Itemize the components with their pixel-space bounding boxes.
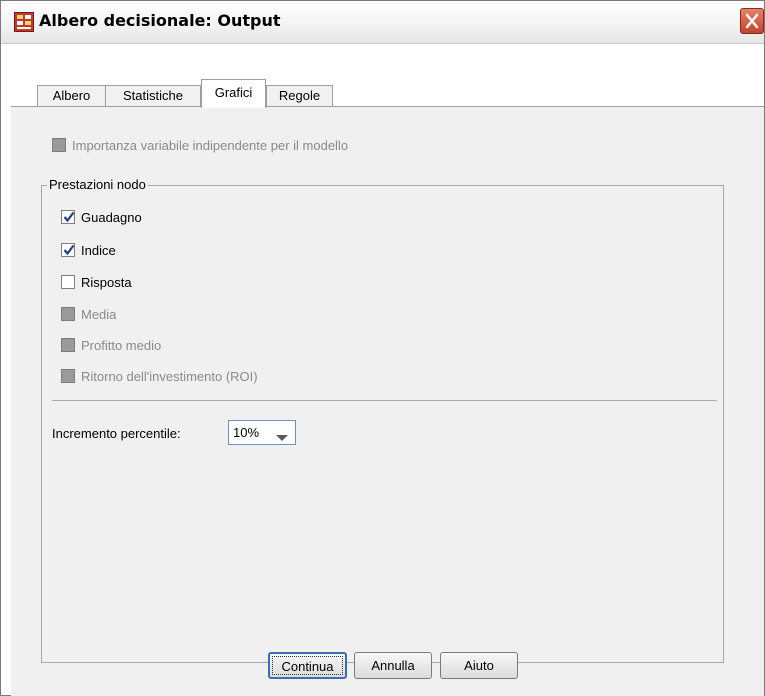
aiuto-button[interactable]: Aiuto (440, 652, 518, 679)
importanza-checkbox[interactable] (52, 138, 66, 152)
tab-albero[interactable]: Albero (37, 85, 106, 107)
continua-label: Continua (272, 656, 343, 675)
chevron-down-icon (276, 430, 288, 445)
incremento-percentile-select[interactable]: 10% (228, 420, 296, 445)
tab-grafici[interactable]: Grafici (201, 79, 266, 108)
guadagno-label: Guadagno (81, 210, 142, 225)
incremento-percentile-value: 10% (233, 425, 260, 440)
annulla-button[interactable]: Annulla (354, 652, 432, 679)
prestazioni-nodo-group (41, 185, 724, 663)
prestazioni-nodo-legend: Prestazioni nodo (47, 177, 148, 192)
media-label: Media (81, 307, 117, 322)
risposta-label: Risposta (81, 275, 132, 290)
window-title: Albero decisionale: Output (39, 11, 281, 30)
title-bar[interactable]: Albero decisionale: Output (1, 1, 764, 44)
roi-label: Ritorno dell'investimento (ROI) (81, 369, 258, 384)
media-checkbox[interactable] (61, 307, 75, 321)
roi-checkbox[interactable] (61, 369, 75, 383)
close-button[interactable] (740, 8, 764, 34)
tab-regole[interactable]: Regole (266, 85, 333, 107)
guadagno-checkbox[interactable] (61, 210, 75, 224)
separator (52, 400, 717, 401)
profitto-medio-label: Profitto medio (81, 338, 162, 353)
continua-button[interactable]: Continua (268, 652, 347, 679)
profitto-medio-checkbox[interactable] (61, 338, 75, 352)
tab-strip: Albero Statistiche Grafici Regole (11, 79, 764, 108)
dialog-body: Albero Statistiche Grafici Regole Import… (1, 44, 764, 696)
indice-checkbox[interactable] (61, 243, 75, 257)
incremento-percentile-label: Incremento percentile: (52, 426, 181, 441)
risposta-checkbox[interactable] (61, 275, 75, 289)
importanza-label: Importanza variabile indipendente per il… (72, 138, 349, 153)
dialog-window: Albero decisionale: Output Albero Statis… (0, 0, 765, 696)
tree-grid-icon (14, 12, 34, 32)
indice-label: Indice (81, 243, 116, 258)
tab-statistiche[interactable]: Statistiche (105, 85, 201, 107)
